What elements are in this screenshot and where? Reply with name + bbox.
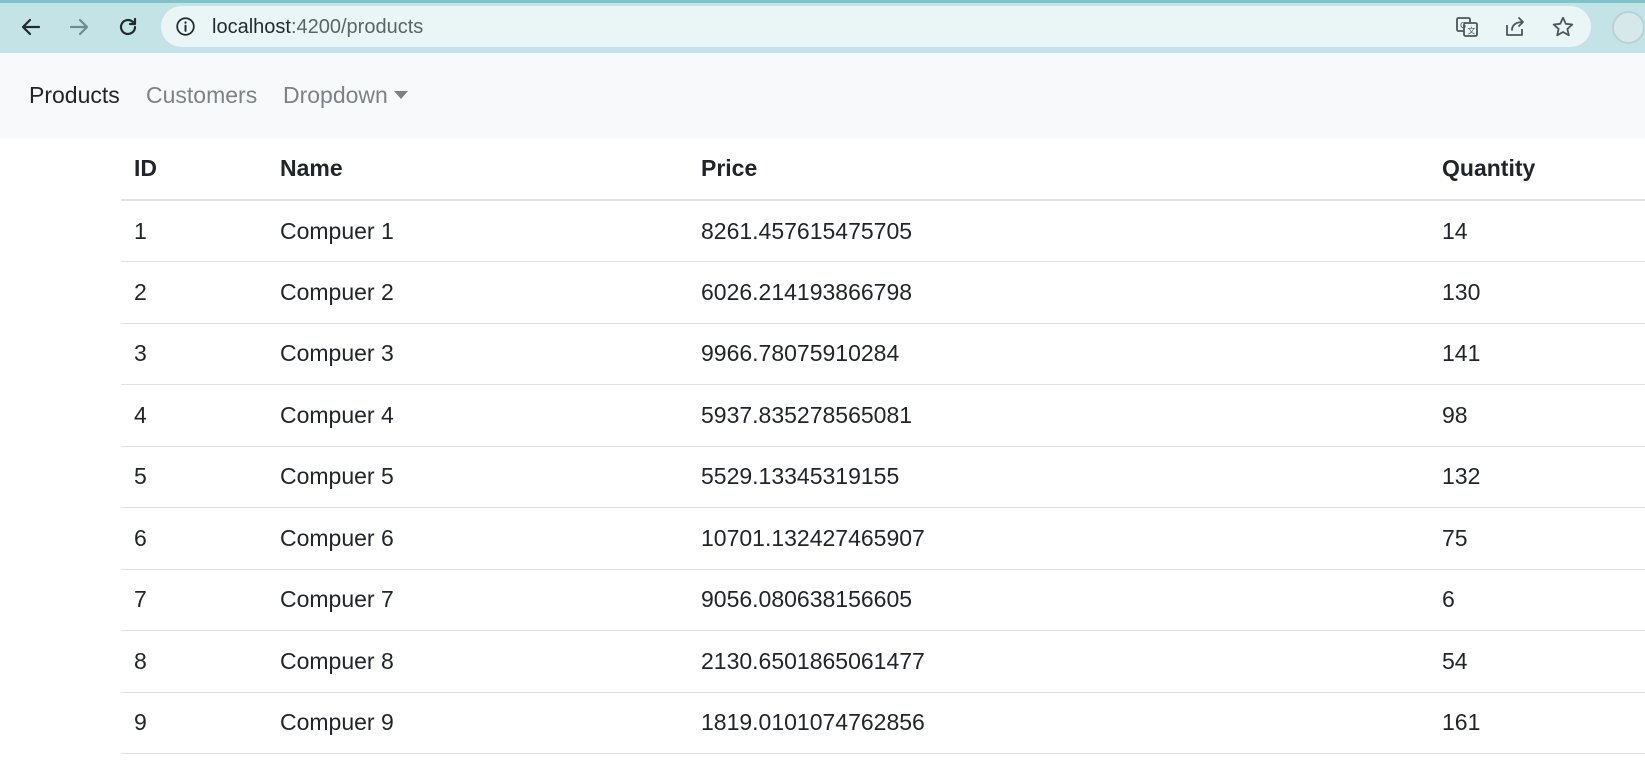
cell-price: 6026.214193866798 xyxy=(688,261,1429,324)
back-button[interactable] xyxy=(12,8,50,46)
cell-quantity: 98 xyxy=(1429,384,1645,447)
address-bar[interactable]: localhost:4200/products G 文 xyxy=(161,6,1591,47)
column-header-price: Price xyxy=(688,138,1429,201)
bookmark-button[interactable] xyxy=(1550,14,1576,40)
arrow-left-icon xyxy=(21,18,41,36)
table-row: 1 Compuer 1 8261.457615475705 14 xyxy=(121,200,1645,262)
cell-id: 2 xyxy=(121,261,267,324)
cell-id: 7 xyxy=(121,569,267,631)
cell-name: Compuer 4 xyxy=(267,384,688,447)
reload-icon xyxy=(119,17,137,36)
table-row: 3 Compuer 3 9966.78075910284 141 xyxy=(121,323,1645,385)
cell-price: 5529.13345319155 xyxy=(688,446,1429,508)
translate-button[interactable]: G 文 xyxy=(1454,14,1480,40)
browser-toolbar: localhost:4200/products G 文 xyxy=(0,0,1645,53)
svg-text:文: 文 xyxy=(1468,26,1476,36)
cell-name: Compuer 9 xyxy=(267,692,688,754)
reload-button[interactable] xyxy=(109,8,147,46)
nav-link-products[interactable]: Products xyxy=(29,81,120,109)
cell-quantity: 14 xyxy=(1429,200,1645,262)
cell-id: 8 xyxy=(121,630,267,693)
cell-price: 2130.6501865061477 xyxy=(688,630,1429,693)
profile-avatar[interactable] xyxy=(1612,11,1645,44)
cell-quantity: 132 xyxy=(1429,446,1645,508)
svg-text:G: G xyxy=(1460,21,1466,30)
nav-link-customers[interactable]: Customers xyxy=(146,81,257,109)
table-row: 7 Compuer 7 9056.080638156605 6 xyxy=(121,569,1645,631)
table-row: 2 Compuer 2 6026.214193866798 130 xyxy=(121,261,1645,324)
cell-quantity: 75 xyxy=(1429,507,1645,570)
cell-name: Compuer 5 xyxy=(267,446,688,508)
cell-price: 9966.78075910284 xyxy=(688,323,1429,385)
app-navbar: Products Customers Dropdown xyxy=(0,53,1645,138)
share-button[interactable] xyxy=(1502,14,1528,40)
arrow-right-icon xyxy=(69,18,89,36)
products-table: ID Name Price Quantity 1 Compuer 1 8261.… xyxy=(121,138,1645,754)
forward-button[interactable] xyxy=(60,8,98,46)
caret-down-icon xyxy=(393,91,408,99)
cell-name: Compuer 8 xyxy=(267,630,688,693)
cell-price: 10701.132427465907 xyxy=(688,507,1429,570)
table-row: 6 Compuer 6 10701.132427465907 75 xyxy=(121,507,1645,570)
table-header-row: ID Name Price Quantity xyxy=(121,138,1645,201)
cell-name: Compuer 7 xyxy=(267,569,688,631)
cell-quantity: 130 xyxy=(1429,261,1645,324)
column-header-id: ID xyxy=(121,138,267,201)
nav-dropdown-label: Dropdown xyxy=(283,82,388,108)
url-text[interactable]: localhost:4200/products xyxy=(212,15,423,39)
column-header-name: Name xyxy=(267,138,688,201)
info-icon[interactable] xyxy=(175,16,196,37)
cell-id: 9 xyxy=(121,692,267,754)
share-icon xyxy=(1506,17,1524,36)
cell-quantity: 161 xyxy=(1429,692,1645,754)
translate-icon: G 文 xyxy=(1456,17,1478,37)
cell-price: 9056.080638156605 xyxy=(688,569,1429,631)
url-host: localhost xyxy=(212,16,291,38)
cell-name: Compuer 2 xyxy=(267,261,688,324)
cell-price: 5937.835278565081 xyxy=(688,384,1429,447)
table-row: 5 Compuer 5 5529.13345319155 132 xyxy=(121,446,1645,508)
cell-id: 5 xyxy=(121,446,267,508)
cell-quantity: 141 xyxy=(1429,323,1645,385)
cell-price: 8261.457615475705 xyxy=(688,200,1429,262)
cell-name: Compuer 6 xyxy=(267,507,688,570)
cell-id: 4 xyxy=(121,384,267,447)
products-table-container: ID Name Price Quantity 1 Compuer 1 8261.… xyxy=(121,138,1645,754)
column-header-quantity: Quantity xyxy=(1429,138,1645,201)
cell-quantity: 54 xyxy=(1429,630,1645,693)
table-row: 4 Compuer 4 5937.835278565081 98 xyxy=(121,384,1645,447)
nav-dropdown-toggle[interactable]: Dropdown xyxy=(283,81,408,109)
star-icon xyxy=(1552,16,1574,37)
cell-id: 1 xyxy=(121,200,267,262)
cell-id: 6 xyxy=(121,507,267,570)
cell-id: 3 xyxy=(121,323,267,385)
url-path: :4200/products xyxy=(290,16,424,38)
table-row: 9 Compuer 9 1819.0101074762856 161 xyxy=(121,692,1645,754)
cell-quantity: 6 xyxy=(1429,569,1645,631)
cell-price: 1819.0101074762856 xyxy=(688,692,1429,754)
cell-name: Compuer 3 xyxy=(267,323,688,385)
cell-name: Compuer 1 xyxy=(267,200,688,262)
table-row: 8 Compuer 8 2130.6501865061477 54 xyxy=(121,630,1645,693)
